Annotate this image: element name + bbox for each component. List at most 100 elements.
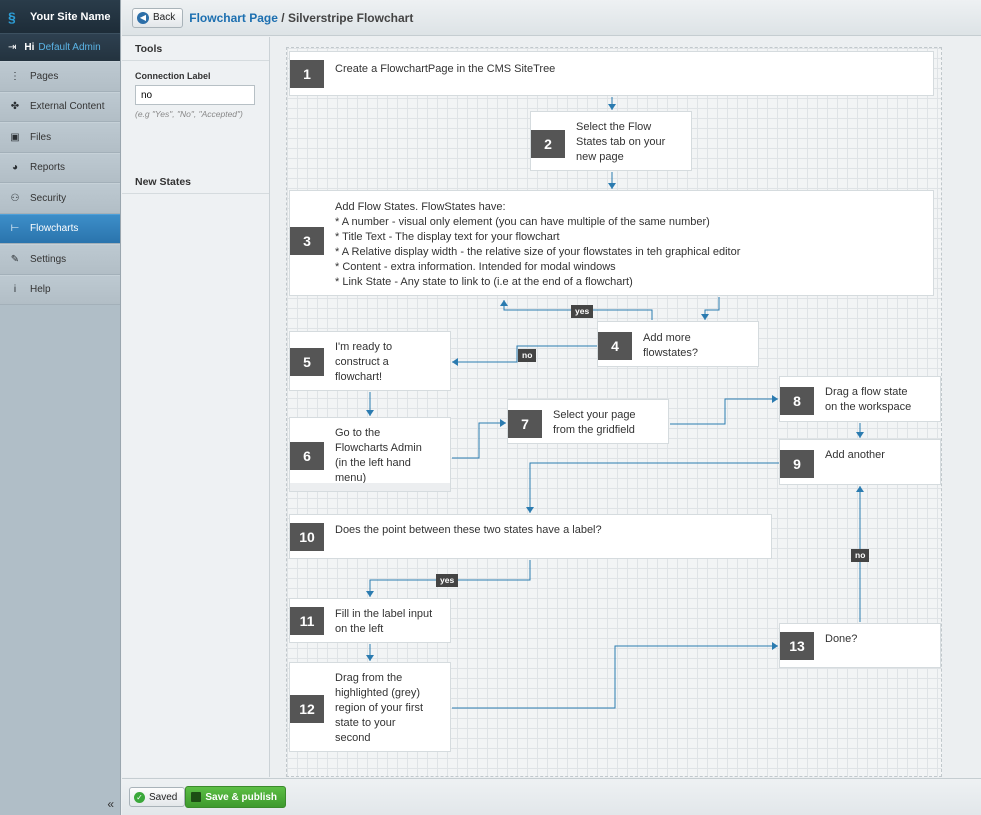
flow-state-3[interactable]: 3 Add Flow States. FlowStates have: * A nu… xyxy=(289,190,934,296)
state-text-line: Fill in the label input xyxy=(335,608,433,620)
flow-state-2[interactable]: 2 Select the Flow States tab on your new pa… xyxy=(530,111,692,171)
arrowhead-icon xyxy=(366,591,374,597)
arrowhead-icon xyxy=(500,419,506,427)
state-text-line: construct a xyxy=(335,356,389,368)
state-text-line: States tab on your xyxy=(576,136,666,148)
flow-state-5[interactable]: 5 I'm ready to construct a flowchart! xyxy=(289,331,451,391)
state-number-badge: 11 xyxy=(290,607,324,635)
state-text-line: Drag from the xyxy=(335,672,403,684)
pie-chart-icon: ◕ xyxy=(11,162,19,174)
sidebar-item-files[interactable]: ▣ Files xyxy=(0,122,120,153)
state-text: Fill in the label input on the left xyxy=(335,607,432,637)
sidebar-item-help[interactable]: i Help xyxy=(0,274,120,305)
arrowhead-icon xyxy=(500,300,508,306)
state-number-badge: 4 xyxy=(598,332,632,360)
sidebar-item-settings[interactable]: ✎ Settings xyxy=(0,244,120,275)
sidebar-item-label: Pages xyxy=(30,70,59,82)
state-text-line: Flowcharts Admin xyxy=(335,442,422,454)
state-text-line: * Title Text - The display text for your… xyxy=(335,231,560,243)
state-text: Drag from the highlighted (grey) region of… xyxy=(335,671,423,746)
state-text: I'm ready to construct a flowchart! xyxy=(335,340,392,385)
connection-wire[interactable] xyxy=(452,422,506,459)
state-number-badge: 10 xyxy=(290,523,324,551)
sidebar-item-pages[interactable]: ⋮ Pages xyxy=(0,61,120,92)
collapse-menu-icon[interactable]: « xyxy=(107,797,114,811)
state-text-line: region of your first xyxy=(335,702,424,714)
connection-label-hint: (e.g "Yes", "No", "Accepted") xyxy=(135,109,243,119)
connection-label[interactable]: no xyxy=(518,349,537,362)
state-text: Create a FlowchartPage in the CMS SiteTr… xyxy=(335,62,555,77)
state-text-line: from the gridfield xyxy=(553,424,635,436)
flow-state-8[interactable]: 8 Drag a flow state on the workspace xyxy=(779,376,941,422)
user-bar[interactable]: ⇥ Hi Default Admin xyxy=(0,33,120,61)
saved-button[interactable]: ✓ Saved xyxy=(129,787,186,807)
state-text: Done? xyxy=(825,632,857,647)
site-brand[interactable]: § Your Site Name xyxy=(0,0,120,33)
connection-wire[interactable] xyxy=(670,398,778,425)
state-text-line: flowstates? xyxy=(643,347,699,359)
sidebar-item-security[interactable]: ⚇ Security xyxy=(0,183,120,214)
flow-state-11[interactable]: 11 Fill in the label input on the left xyxy=(289,598,451,643)
sidebar-item-external-content[interactable]: ✤ External Content xyxy=(0,91,120,122)
sidebar-item-label: Settings xyxy=(30,253,67,265)
check-icon: ✓ xyxy=(134,791,145,803)
cms-sidebar: § Your Site Name ⇥ Hi Default Admin ⋮ Pag… xyxy=(0,0,121,815)
flow-state-7[interactable]: 7 Select your page from the gridfield xyxy=(507,399,669,444)
tools-panel: Tools Connection Label (e.g "Yes", "No",… xyxy=(122,37,270,777)
state-text-line: new page xyxy=(576,151,624,163)
state-text-line: Add more xyxy=(643,332,691,344)
wrench-icon: ✎ xyxy=(10,253,20,265)
breadcrumb: Flowchart Page / Silverstripe Flowchart xyxy=(189,11,413,25)
connection-label[interactable]: yes xyxy=(436,574,459,587)
save-publish-button[interactable]: Save & publish xyxy=(185,786,287,808)
state-number-badge: 6 xyxy=(290,442,324,470)
flowchart-workspace[interactable]: 1 Create a FlowchartPage in the CMS SiteT… xyxy=(286,47,942,777)
state-text-line: Does the point between these two states … xyxy=(335,524,602,536)
sidebar-item-label: Help xyxy=(30,284,51,296)
state-number-badge: 1 xyxy=(290,60,324,88)
flow-state-12[interactable]: 12 Drag from the highlighted (grey) region … xyxy=(289,662,451,752)
logout-icon[interactable]: ⇥ xyxy=(8,42,16,53)
floppy-disk-icon xyxy=(191,792,202,802)
sidebar-item-reports[interactable]: ◕ Reports xyxy=(0,152,120,183)
connection-wire[interactable] xyxy=(529,462,779,513)
state-text-line: Select the Flow xyxy=(576,121,652,133)
state-text: Add more flowstates? xyxy=(643,331,698,361)
flow-state-4[interactable]: 4 Add more flowstates? xyxy=(597,321,759,367)
state-number-badge: 12 xyxy=(290,695,324,723)
state-text-line: on the left xyxy=(335,623,384,635)
arrowhead-icon xyxy=(701,314,709,320)
state-text-line: flowchart! xyxy=(335,371,383,383)
connection-label[interactable]: yes xyxy=(571,305,594,318)
flow-state-9[interactable]: 9 Add another xyxy=(779,439,941,485)
arrowhead-icon xyxy=(608,104,616,110)
arrowhead-icon xyxy=(856,486,864,492)
state-text-line: * A number - visual only element (you ca… xyxy=(335,216,710,228)
connection-label[interactable]: no xyxy=(851,549,870,562)
sidebar-item-flowcharts[interactable]: ⊢ Flowcharts xyxy=(0,213,120,244)
sidebar-item-label: External Content xyxy=(30,101,105,113)
content-header: ◀ Back Flowchart Page / Silverstripe Flo… xyxy=(122,0,981,36)
state-text: Add Flow States. FlowStates have: * A num… xyxy=(335,200,740,290)
flow-state-13[interactable]: 13 Done? xyxy=(779,623,941,668)
user-greeting: Hi xyxy=(24,42,35,53)
sitemap-icon: ⋮ xyxy=(10,70,20,82)
state-number-badge: 13 xyxy=(780,632,814,660)
connection-wire[interactable] xyxy=(452,645,778,709)
connection-label-input[interactable] xyxy=(135,85,255,105)
arrowhead-icon xyxy=(608,183,616,189)
breadcrumb-current: Silverstripe Flowchart xyxy=(287,10,414,25)
user-name-link[interactable]: Default Admin xyxy=(38,42,100,53)
breadcrumb-link[interactable]: Flowchart Page xyxy=(189,11,278,25)
flow-state-10[interactable]: 10 Does the point between these two state… xyxy=(289,514,772,559)
flow-state-1[interactable]: 1 Create a FlowchartPage in the CMS SiteT… xyxy=(289,51,934,96)
site-name: Your Site Name xyxy=(30,10,111,23)
back-button[interactable]: ◀ Back xyxy=(132,7,184,28)
state-text: Select your page from the gridfield xyxy=(553,408,636,438)
sidebar-item-label: Flowcharts xyxy=(30,223,79,235)
users-icon: ⚇ xyxy=(10,192,20,204)
sidebar-item-label: Security xyxy=(30,192,67,204)
flow-state-6[interactable]: 6 Go to the Flowcharts Admin (in the left h… xyxy=(289,417,451,492)
puzzle-icon: ✤ xyxy=(10,101,20,113)
state-text-line: * Link State - Any state to link to (i.e… xyxy=(335,276,633,288)
